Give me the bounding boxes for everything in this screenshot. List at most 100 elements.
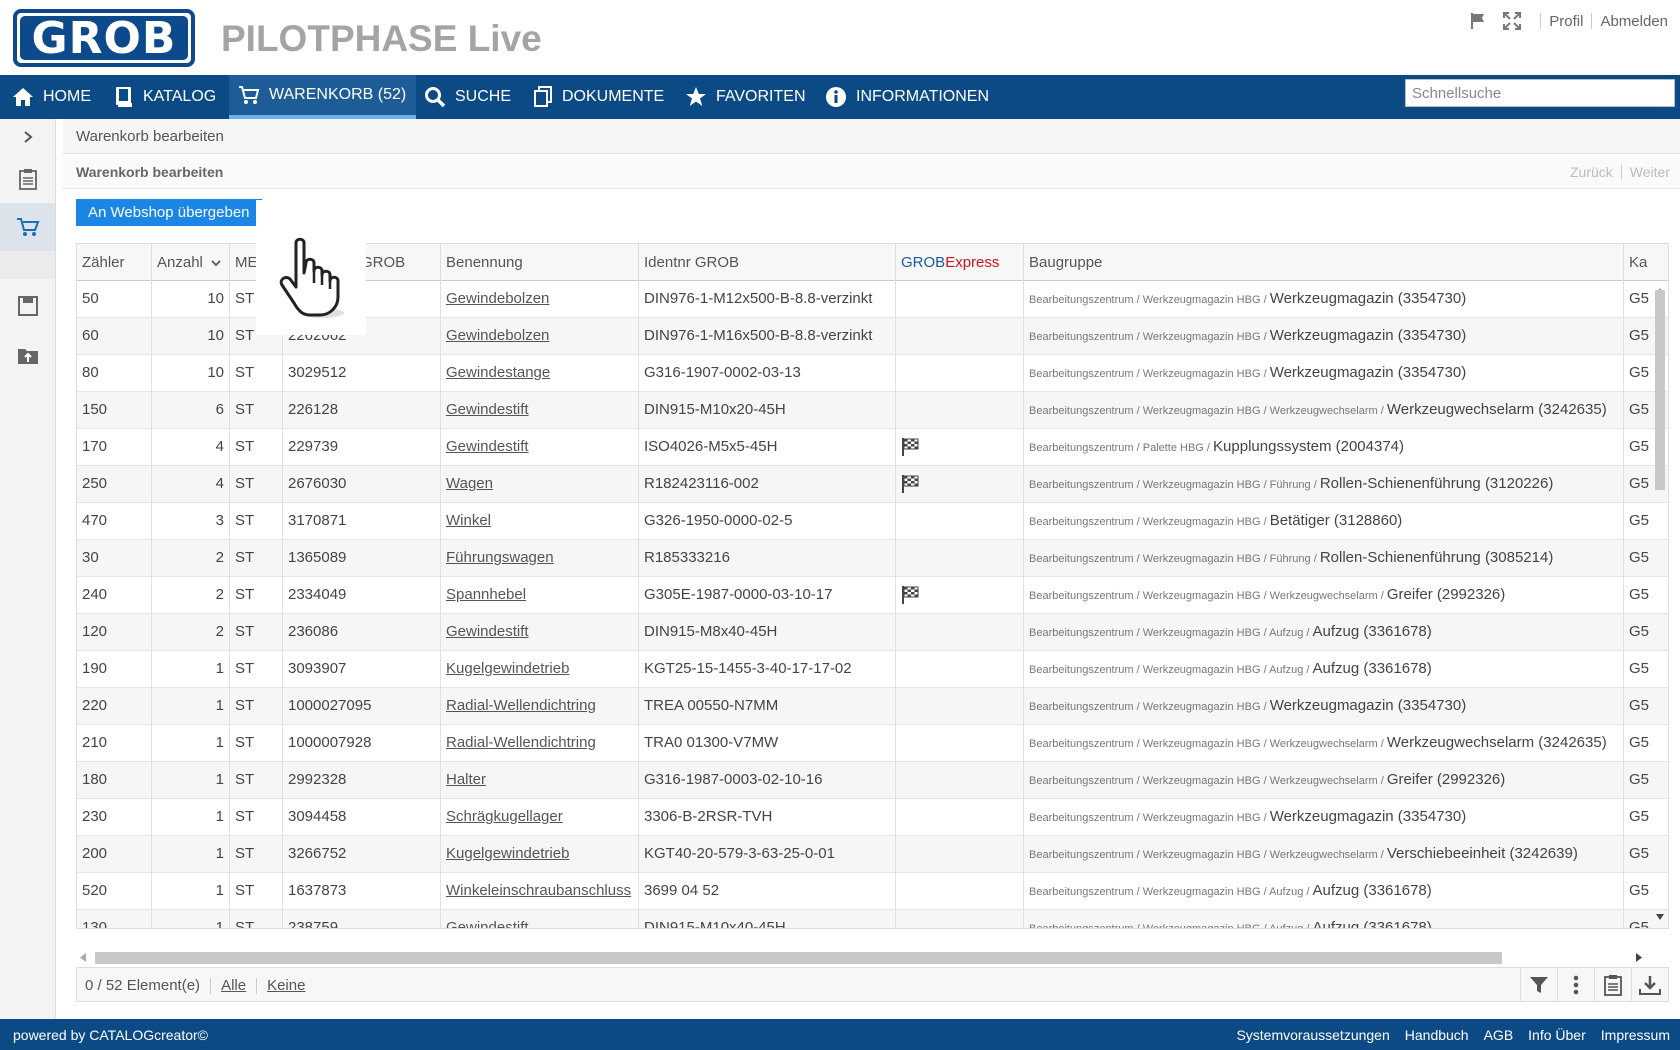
checkered-flag-icon xyxy=(902,438,919,456)
table-row[interactable]: 520 1 ST 1637873 Winkeleinschraubanschluss 36… xyxy=(77,873,1668,910)
part-name-link[interactable]: Spannhebel xyxy=(446,586,526,603)
nav-documents[interactable]: DOKUMENTE xyxy=(533,75,664,119)
cell-unit: ST xyxy=(230,355,283,392)
part-name-link[interactable]: Gewindebolzen xyxy=(446,327,549,344)
table-row[interactable]: 240 2 ST 2334049 Spannhebel G305E-1987-0000-0… xyxy=(77,577,1668,614)
sidebar-item-cart[interactable] xyxy=(0,203,55,251)
filter-button[interactable] xyxy=(1520,968,1557,1001)
part-name-link[interactable]: Winkeleinschraubanschluss xyxy=(446,882,631,899)
footer-link-about[interactable]: Info Über xyxy=(1528,1027,1586,1043)
horizontal-scroll-thumb[interactable] xyxy=(95,952,1502,964)
cell-quantity: 1 xyxy=(152,910,230,928)
col-identnr[interactable]: Identnr GROB xyxy=(639,244,896,281)
part-name-link[interactable]: Gewindestift xyxy=(446,919,529,928)
nav-home-label: HOME xyxy=(43,88,91,105)
table-row[interactable]: 120 2 ST 236086 Gewindestift DIN915-M8x40-45H… xyxy=(77,614,1668,651)
assembly-path: Bearbeitungszentrum / Werkzeugmagazin HB… xyxy=(1029,664,1313,676)
part-name-link[interactable]: Gewindestange xyxy=(446,364,550,381)
footer-link-agb[interactable]: AGB xyxy=(1484,1027,1514,1043)
next-link[interactable]: Weiter xyxy=(1630,164,1670,180)
col-grob-express[interactable]: GROBExpress xyxy=(896,244,1024,281)
part-name-link[interactable]: Gewindestift xyxy=(446,401,529,418)
part-name-link[interactable]: Kugelgewindetrieb xyxy=(446,845,569,862)
nav-information[interactable]: INFORMATIONEN xyxy=(825,75,989,119)
select-all-link[interactable]: Alle xyxy=(221,977,246,994)
part-name-link[interactable]: Radial-Wellendichtring xyxy=(446,734,596,751)
cell-identnr: G316-1907-0002-03-13 xyxy=(639,355,896,392)
grob-logo[interactable]: GROB xyxy=(13,9,195,67)
cart-icon xyxy=(239,86,260,104)
cell-name: Winkel xyxy=(441,503,639,540)
cell-express xyxy=(896,503,1024,540)
logout-link[interactable]: Abmelden xyxy=(1600,13,1668,30)
cell-grob-nr: 2334049 xyxy=(283,577,441,614)
part-name-link[interactable]: Radial-Wellendichtring xyxy=(446,697,596,714)
table-row[interactable]: 150 6 ST 226128 Gewindestift DIN915-M10x20-45… xyxy=(77,392,1668,429)
nav-search[interactable]: SUCHE xyxy=(424,75,511,119)
footer-link-imprint[interactable]: Impressum xyxy=(1601,1027,1670,1043)
col-assembly[interactable]: Baugruppe xyxy=(1024,244,1624,281)
sidebar-expand-button[interactable] xyxy=(0,119,55,155)
table-row[interactable]: 230 1 ST 3094458 Schrägkugellager 3306-B-2RSR… xyxy=(77,799,1668,836)
assembly-path: Bearbeitungszentrum / Werkzeugmagazin HB… xyxy=(1029,331,1270,343)
quick-search-input[interactable] xyxy=(1405,79,1675,107)
part-name-link[interactable]: Schrägkugellager xyxy=(446,808,563,825)
cell-assembly: Bearbeitungszentrum / Werkzeugmagazin HB… xyxy=(1024,799,1624,836)
sidebar-item-save[interactable] xyxy=(0,282,55,330)
table-row[interactable]: 470 3 ST 3170871 Winkel G326-1950-0000-02-5 Be… xyxy=(77,503,1668,540)
part-name-link[interactable]: Gewindebolzen xyxy=(446,290,549,307)
table-row[interactable]: 180 1 ST 2992328 Halter G316-1987-0003-02-10-… xyxy=(77,762,1668,799)
nav-catalog[interactable]: KATALOG xyxy=(114,75,216,119)
table-row[interactable]: 250 4 ST 2676030 Wagen R182423116-002 Bearbeit… xyxy=(77,466,1668,503)
fullscreen-icon[interactable] xyxy=(1498,10,1526,32)
profile-link[interactable]: Profil xyxy=(1549,13,1583,30)
col-counter[interactable]: Zähler xyxy=(77,244,152,281)
assembly-name: Werkzeugmagazin (3354730) xyxy=(1269,327,1467,344)
download-button[interactable] xyxy=(1631,968,1668,1001)
cell-quantity: 10 xyxy=(152,355,230,392)
part-name-link[interactable]: Wagen xyxy=(446,475,493,492)
sidebar-item-clipboard[interactable] xyxy=(0,155,55,203)
sidebar-item-archive[interactable] xyxy=(0,331,55,379)
part-name-link[interactable]: Halter xyxy=(446,771,486,788)
part-name-link[interactable]: Führungswagen xyxy=(446,549,554,566)
nav-favorites[interactable]: FAVORITEN xyxy=(685,75,806,119)
nav-home[interactable]: HOME xyxy=(12,75,91,119)
clipboard-button[interactable] xyxy=(1594,968,1631,1001)
cell-quantity: 1 xyxy=(152,799,230,836)
col-quantity[interactable]: Anzahl xyxy=(152,244,230,281)
footer-link-manual[interactable]: Handbuch xyxy=(1405,1027,1469,1043)
cell-express xyxy=(896,355,1024,392)
col-ka[interactable]: Ka xyxy=(1624,244,1668,281)
vertical-scroll-thumb[interactable] xyxy=(1655,290,1665,490)
assembly-path: Bearbeitungszentrum / Werkzeugmagazin HB… xyxy=(1029,516,1270,528)
part-name-link[interactable]: Gewindestift xyxy=(446,623,529,640)
table-row[interactable]: 220 1 ST 1000027095 Radial-Wellendichtring TR… xyxy=(77,688,1668,725)
part-name-link[interactable]: Gewindestift xyxy=(446,438,529,455)
part-name-link[interactable]: Kugelgewindetrieb xyxy=(446,660,569,677)
more-options-button[interactable] xyxy=(1557,968,1594,1001)
table-row[interactable]: 190 1 ST 3093907 Kugelgewindetrieb KGT25-15-1… xyxy=(77,651,1668,688)
cell-assembly: Bearbeitungszentrum / Werkzeugmagazin HB… xyxy=(1024,762,1624,799)
table-row[interactable]: 130 1 ST 238759 Gewindestift DIN915-M10x40-45… xyxy=(77,910,1668,928)
assembly-path: Bearbeitungszentrum / Werkzeugmagazin HB… xyxy=(1029,849,1387,861)
part-name-link[interactable]: Winkel xyxy=(446,512,491,529)
assembly-path: Bearbeitungszentrum / Werkzeugmagazin HB… xyxy=(1029,701,1270,713)
table-row[interactable]: 200 1 ST 3266752 Kugelgewindetrieb KGT40-20-5… xyxy=(77,836,1668,873)
table-row[interactable]: 80 10 ST 3029512 Gewindestange G316-1907-0002… xyxy=(77,355,1668,392)
footer-link-system-requirements[interactable]: Systemvoraussetzungen xyxy=(1236,1027,1389,1043)
col-name[interactable]: Benennung xyxy=(441,244,639,281)
cell-assembly: Bearbeitungszentrum / Werkzeugmagazin HB… xyxy=(1024,318,1624,355)
transfer-to-webshop-button[interactable]: An Webshop übergeben xyxy=(76,199,262,226)
nav-cart[interactable]: WARENKORB (52) xyxy=(229,75,417,119)
table-row[interactable]: 210 1 ST 1000007928 Radial-Wellendichtring TR… xyxy=(77,725,1668,762)
table-row[interactable]: 30 2 ST 1365089 Führungswagen R185333216 Bearb… xyxy=(77,540,1668,577)
back-link[interactable]: Zurück xyxy=(1570,164,1613,180)
select-none-link[interactable]: Keine xyxy=(267,977,305,994)
cell-assembly: Bearbeitungszentrum / Werkzeugmagazin HB… xyxy=(1024,836,1624,873)
home-icon xyxy=(13,88,33,106)
checkered-flag-icon xyxy=(902,475,919,493)
table-row[interactable]: 170 4 ST 229739 Gewindestift ISO4026-M5x5-45H… xyxy=(77,429,1668,466)
cell-quantity: 10 xyxy=(152,281,230,318)
flag-icon[interactable] xyxy=(1464,10,1492,32)
